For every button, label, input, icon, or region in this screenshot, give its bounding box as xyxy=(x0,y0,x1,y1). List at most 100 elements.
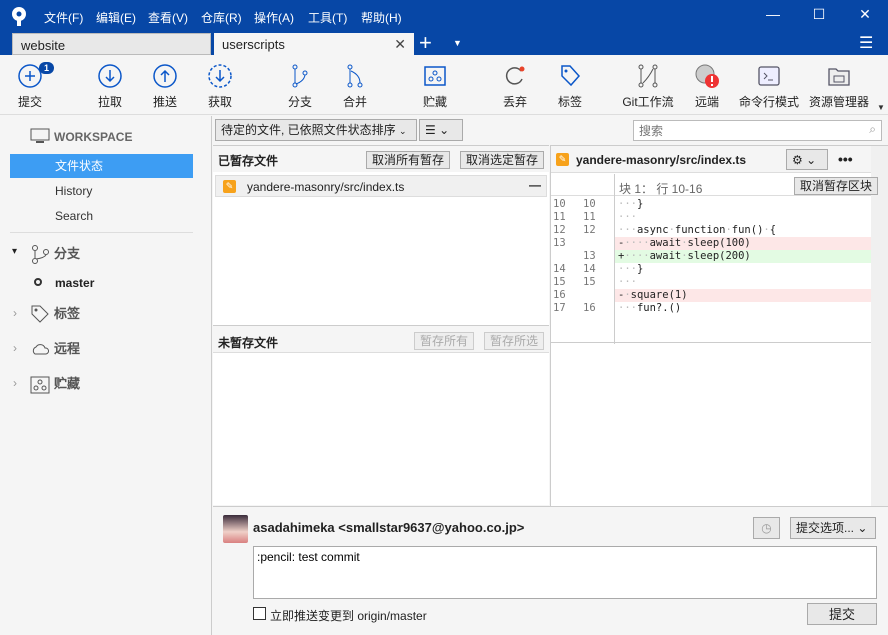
unstage-selected-button[interactable]: 取消选定暂存 xyxy=(460,151,545,169)
sort-dropdown[interactable]: 待定的文件, 已依照文件状态排序 ⌄ xyxy=(215,119,417,141)
terminal-icon xyxy=(734,63,804,89)
history-clock-button[interactable]: ◷ xyxy=(753,517,780,539)
push-checkbox[interactable] xyxy=(253,607,266,620)
unstage-file-button[interactable]: — xyxy=(529,178,541,192)
old-line-number: 12 xyxy=(553,224,566,236)
line-code: fun?.() xyxy=(624,302,682,314)
new-line-number: 13 xyxy=(583,250,596,262)
branch-item-master[interactable]: master xyxy=(55,276,94,290)
toolbar-stash-button[interactable]: 贮藏 xyxy=(400,63,470,110)
line-code: await sleep(100) xyxy=(624,237,751,249)
menu-item[interactable]: 操作(A) xyxy=(254,9,294,26)
line-content: · ·· } xyxy=(615,263,871,276)
old-line-number: 13 xyxy=(553,237,566,249)
tab-userscripts[interactable]: userscripts ✕ xyxy=(214,33,414,55)
diff-line[interactable]: 10 10 · ·· } xyxy=(551,198,871,211)
sourcetree-logo-icon xyxy=(12,7,26,26)
line-content: · ·· xyxy=(615,276,871,289)
diff-settings-button[interactable]: ⚙ ⌄ xyxy=(786,149,828,170)
maximize-button[interactable]: ☐ xyxy=(804,6,834,23)
diff-line[interactable]: 13 - ···· · await sleep(100) xyxy=(551,237,871,250)
close-window-button[interactable]: ✕ xyxy=(850,6,880,23)
search-icon: ⌕ xyxy=(869,122,876,136)
old-line-number: 15 xyxy=(553,276,566,288)
stash-icon xyxy=(30,376,50,394)
sidebar-group-branches[interactable]: 分支 xyxy=(54,242,80,266)
staged-file-row[interactable]: ✎ yandere-masonry/src/index.ts — xyxy=(215,175,547,197)
commit-message-input[interactable] xyxy=(253,546,877,599)
line-code: square(1) xyxy=(624,289,688,301)
menu-item[interactable]: 编辑(E) xyxy=(96,9,136,26)
toolbar-terminal-button[interactable]: 命令行模式 xyxy=(734,63,804,110)
new-line-number: 16 xyxy=(583,302,596,314)
toolbar-commit-button[interactable]: 提交 1 xyxy=(0,62,65,110)
file-path: yandere-masonry/src/index.ts xyxy=(247,180,405,194)
unstaged-title: 未暂存文件 xyxy=(218,336,279,350)
chevron-down-icon[interactable]: ▾ xyxy=(12,246,17,257)
diff-file-path: yandere-masonry/src/index.ts xyxy=(576,153,747,167)
minimize-button[interactable]: — xyxy=(758,6,788,22)
search-input[interactable] xyxy=(634,121,854,140)
tab-dropdown-icon[interactable]: ▼ xyxy=(453,38,462,48)
modified-icon: ✎ xyxy=(223,180,236,193)
chevron-right-icon[interactable]: › xyxy=(13,341,17,355)
diff-line[interactable]: 14 14 · ·· } xyxy=(551,263,871,276)
push-label[interactable]: 立即推送变更到 origin/master xyxy=(270,607,427,624)
sidebar-item-file-status[interactable]: 文件状态 xyxy=(10,154,193,178)
line-content: - · square(1) xyxy=(615,289,871,302)
toolbar-overflow-icon[interactable]: ▼ xyxy=(877,103,885,112)
commit-icon xyxy=(0,63,65,89)
menu-item[interactable]: 查看(V) xyxy=(148,9,188,26)
modified-icon: ✎ xyxy=(556,153,569,166)
tab-website[interactable]: website xyxy=(12,33,211,55)
stage-all-button[interactable]: 暂存所有 xyxy=(414,332,475,350)
stage-selected-button[interactable]: 暂存所选 xyxy=(484,332,545,350)
toolbar-tag-button[interactable]: 标签 xyxy=(535,63,605,110)
commit-button[interactable]: 提交 xyxy=(807,603,877,625)
toolbar-explorer-button[interactable]: 资源管理器 xyxy=(804,63,874,110)
line-code: } xyxy=(624,198,644,210)
toolbar-remote-button[interactable]: 远端 xyxy=(672,63,742,110)
chevron-right-icon[interactable]: › xyxy=(13,376,17,390)
unstage-hunk-button[interactable]: 取消暂存区块 xyxy=(794,177,879,195)
diff-line[interactable]: 13 + ···· · await sleep(200) xyxy=(551,250,871,263)
diff-line[interactable]: 11 11 · ·· xyxy=(551,211,871,224)
toolbar-fetch-button[interactable]: 获取 xyxy=(185,63,255,110)
divider xyxy=(551,342,871,343)
toolbar-label: 命令行模式 xyxy=(738,95,799,109)
sidebar-group-tags[interactable]: 标签 xyxy=(54,302,80,326)
view-mode-dropdown[interactable]: ☰ ⌄ xyxy=(419,119,463,141)
workspace-heading: WORKSPACE xyxy=(54,130,133,144)
diff-line[interactable]: 16 - · square(1) xyxy=(551,289,871,302)
unstage-all-button[interactable]: 取消所有暂存 xyxy=(366,151,451,169)
menu-item[interactable]: 帮助(H) xyxy=(361,9,402,26)
menu-item[interactable]: 仓库(R) xyxy=(201,9,242,26)
toolbar-merge-button[interactable]: 合并 xyxy=(320,63,390,110)
sidebar-group-remotes[interactable]: 远程 xyxy=(54,337,80,361)
sidebar-group-stashes[interactable]: 贮藏 xyxy=(54,372,80,396)
diff-line[interactable]: 17 16 · ·· fun?.() xyxy=(551,302,871,315)
line-code: await sleep(200) xyxy=(624,250,751,262)
more-options-icon[interactable]: ••• xyxy=(838,151,853,167)
diff-scrollbar[interactable] xyxy=(871,146,888,506)
sidebar-item-history[interactable]: History xyxy=(10,179,193,203)
menu-item[interactable]: 工具(T) xyxy=(308,9,347,26)
chevron-right-icon[interactable]: › xyxy=(13,306,17,320)
diff-line[interactable]: 15 15 · ·· xyxy=(551,276,871,289)
toolbar-label: 贮藏 xyxy=(422,95,447,109)
diff-line[interactable]: 12 12 · ·· · · · async function fun() { xyxy=(551,224,871,237)
commit-options-dropdown[interactable]: 提交选项... ⌄ xyxy=(790,517,876,539)
new-line-number: 11 xyxy=(583,211,596,223)
sidebar-item-search[interactable]: Search xyxy=(10,204,193,228)
line-content: - ···· · await sleep(100) xyxy=(615,237,871,250)
tab-label: userscripts xyxy=(222,37,285,52)
new-tab-button[interactable]: + xyxy=(419,30,432,56)
hamburger-menu-icon[interactable]: ☰ xyxy=(859,33,873,53)
author-label: asadahimeka <smallstar9637@yahoo.co.jp> xyxy=(253,520,525,535)
menu-item[interactable]: 文件(F) xyxy=(44,9,83,26)
toolbar-label: 标签 xyxy=(557,95,582,109)
search-field[interactable]: ⌕ xyxy=(633,120,882,141)
staged-header: 已暂存文件 取消所有暂存 取消选定暂存 xyxy=(213,146,549,172)
avatar xyxy=(223,515,248,543)
close-tab-icon[interactable]: ✕ xyxy=(394,36,406,53)
